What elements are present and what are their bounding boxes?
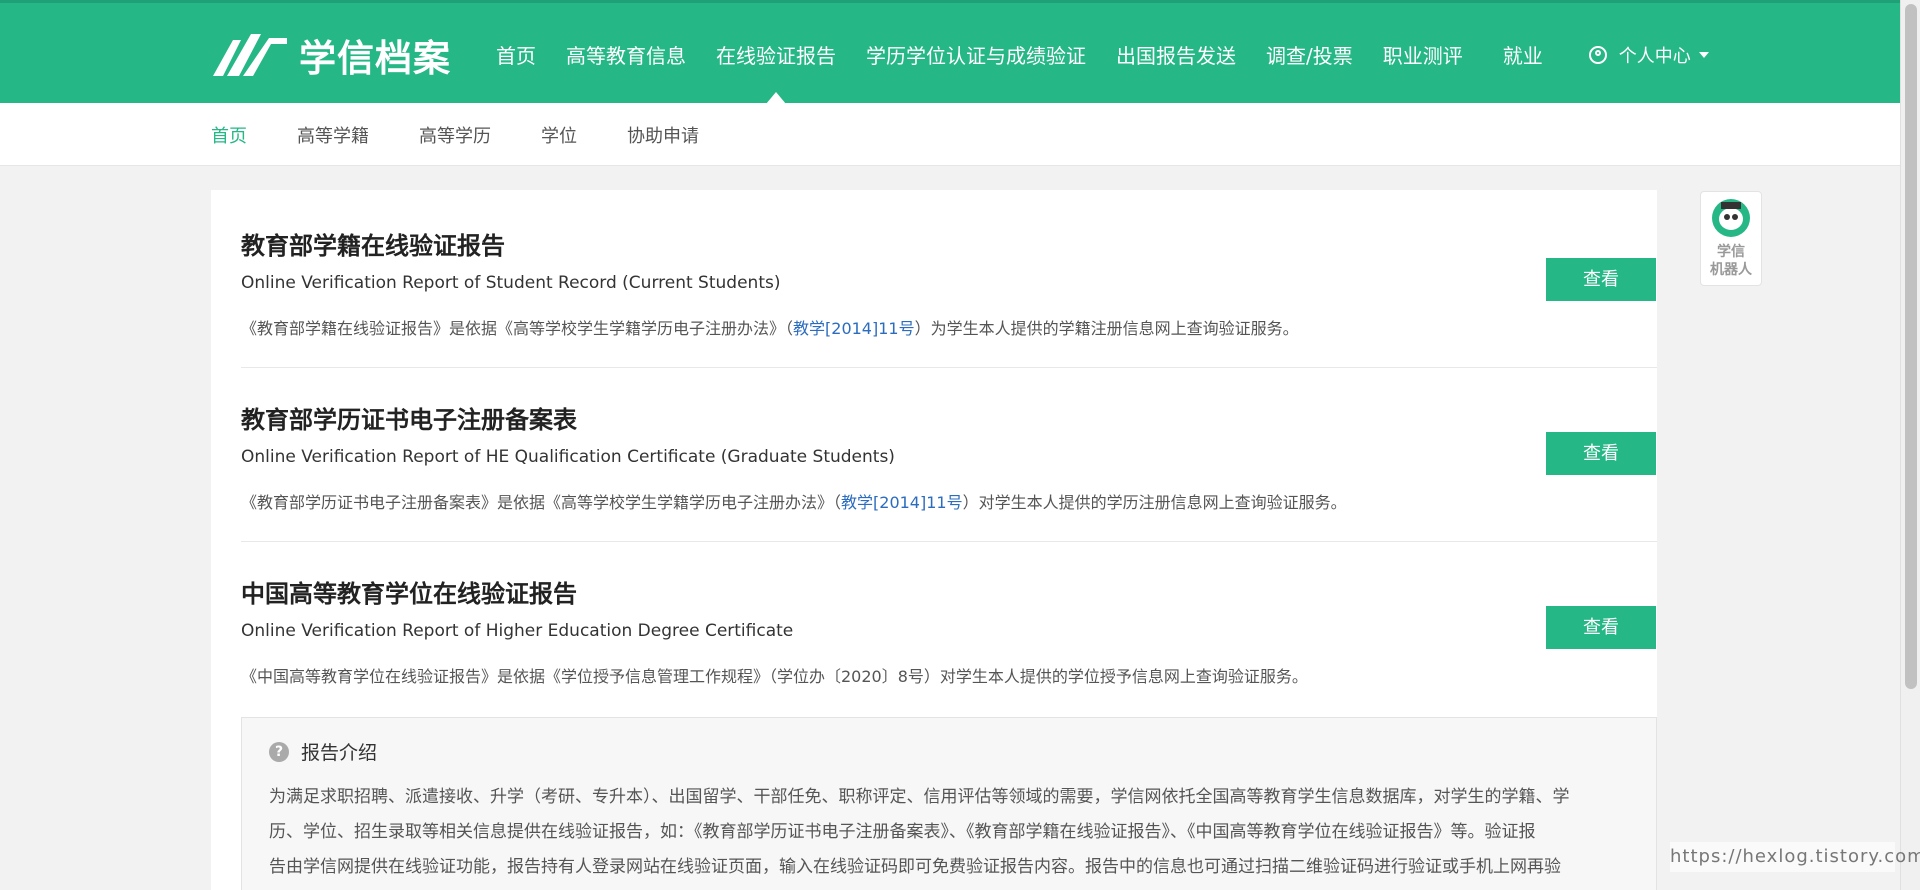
xuexin-robot-button[interactable]: 学信 机器人 [1700,191,1762,286]
intro-line: 历、学位、招生录取等相关信息提供在线验证报告，如：《教育部学历证书电子注册备案表… [269,822,1536,842]
subnav-home[interactable]: 首页 [211,122,247,148]
regulation-link[interactable]: 教学[2014]11号 [841,493,963,512]
report-desc-text: 《中国高等教育学位在线验证报告》是依据《学位授予信息管理工作规程》（学位办〔20… [241,667,1308,686]
subnav-assist-apply[interactable]: 协助申请 [627,122,699,148]
report-description: 《教育部学历证书电子注册备案表》是依据《高等学校学生学籍学历电子注册办法》（教学… [241,489,1657,513]
vertical-scrollbar[interactable] [1900,0,1920,890]
report-description: 《中国高等教育学位在线验证报告》是依据《学位授予信息管理工作规程》（学位办〔20… [241,663,1657,687]
site-logo[interactable]: 学信档案 [211,29,451,81]
intro-line: 为满足求职招聘、派遣接收、升学（考研、专升本）、出国留学、干部任免、职称评定、信… [269,787,1570,807]
report-item-qualification: 教育部学历证书电子注册备案表 Online Verification Repor… [241,400,1657,513]
watermark: https://hexlog.tistory.com [1670,842,1920,872]
nav-higher-education-info[interactable]: 高等教育信息 [566,40,686,69]
user-icon [1588,45,1607,64]
user-center-label: 个人中心 [1618,45,1691,67]
report-english-title: Online Verification Report of HE Qualifi… [241,447,895,467]
nav-overseas-report[interactable]: 出国报告发送 [1116,40,1236,69]
report-desc-text: 《教育部学籍在线验证报告》是依据《高等学校学生学籍学历电子注册办法》（ [241,319,794,338]
report-title: 教育部学历证书电子注册备案表 [241,406,577,434]
nav-career-assessment[interactable]: 职业测评 [1383,40,1463,69]
subnav-student-record[interactable]: 高等学籍 [297,122,369,148]
brand-name: 学信档案 [299,37,451,80]
divider [241,367,1657,368]
view-degree-button[interactable]: 查看 [1546,606,1656,649]
report-item-student-record: 教育部学籍在线验证报告 Online Verification Report o… [241,226,1657,339]
nav-employment[interactable]: 就业 [1503,40,1543,69]
chevron-down-icon [1698,51,1709,58]
subnav-degree[interactable]: 学位 [541,122,577,148]
nav-degree-certification[interactable]: 学历学位认证与成绩验证 [866,40,1086,69]
report-title: 教育部学籍在线验证报告 [241,232,505,260]
robot-label: 学信 机器人 [1701,243,1761,279]
nav-survey-vote[interactable]: 调查/投票 [1266,40,1353,69]
intro-body: 为满足求职招聘、派遣接收、升学（考研、专升本）、出国留学、干部任免、职称评定、信… [269,780,1649,885]
report-list-card: 教育部学籍在线验证报告 Online Verification Report o… [211,190,1657,890]
divider [241,541,1657,542]
intro-title: 报告介绍 [301,742,378,764]
subnav-qualification[interactable]: 高等学历 [419,122,491,148]
scrollbar-thumb[interactable] [1905,4,1917,689]
report-title: 中国高等教育学位在线验证报告 [241,580,577,608]
report-item-degree: 中国高等教育学位在线验证报告 Online Verification Repor… [241,574,1657,687]
report-desc-text: 《教育部学历证书电子注册备案表》是依据《高等学校学生学籍学历电子注册办法》（ [241,493,842,512]
report-english-title: Online Verification Report of Higher Edu… [241,621,794,641]
report-desc-text: ）对学生本人提供的学历注册信息网上查询验证服务。 [962,493,1347,512]
view-student-record-button[interactable]: 查看 [1546,258,1656,301]
robot-label-line: 学信 [1717,244,1745,260]
intro-line: 告由学信网提供在线验证功能，报告持有人登录网站在线验证页面，输入在线验证码即可免… [269,857,1561,877]
sub-navbar: 首页 高等学籍 高等学历 学位 协助申请 [0,103,1900,166]
robot-label-line: 机器人 [1710,262,1752,278]
logo-book-icon [213,34,287,76]
regulation-link[interactable]: 教学[2014]11号 [793,319,915,338]
view-qualification-button[interactable]: 查看 [1546,432,1656,475]
nav-home[interactable]: 首页 [496,40,536,69]
report-desc-text: ）为学生本人提供的学籍注册信息网上查询验证服务。 [914,319,1299,338]
main-nav: 首页 高等教育信息 在线验证报告 学历学位认证与成绩验证 出国报告发送 调查/投… [496,3,1709,106]
question-circle-icon: ? [269,741,289,762]
report-description: 《教育部学籍在线验证报告》是依据《高等学校学生学籍学历电子注册办法》（教学[20… [241,315,1657,339]
report-intro-box: ? 报告介绍 为满足求职招聘、派遣接收、升学（考研、专升本）、出国留学、干部任免… [241,717,1657,890]
robot-avatar-icon [1712,199,1750,237]
top-navbar: 学信档案 首页 高等教育信息 在线验证报告 学历学位认证与成绩验证 出国报告发送… [0,0,1900,106]
nav-online-verification-report[interactable]: 在线验证报告 [716,40,836,104]
user-center-menu[interactable]: 个人中心 [1588,42,1709,68]
report-english-title: Online Verification Report of Student Re… [241,273,781,293]
